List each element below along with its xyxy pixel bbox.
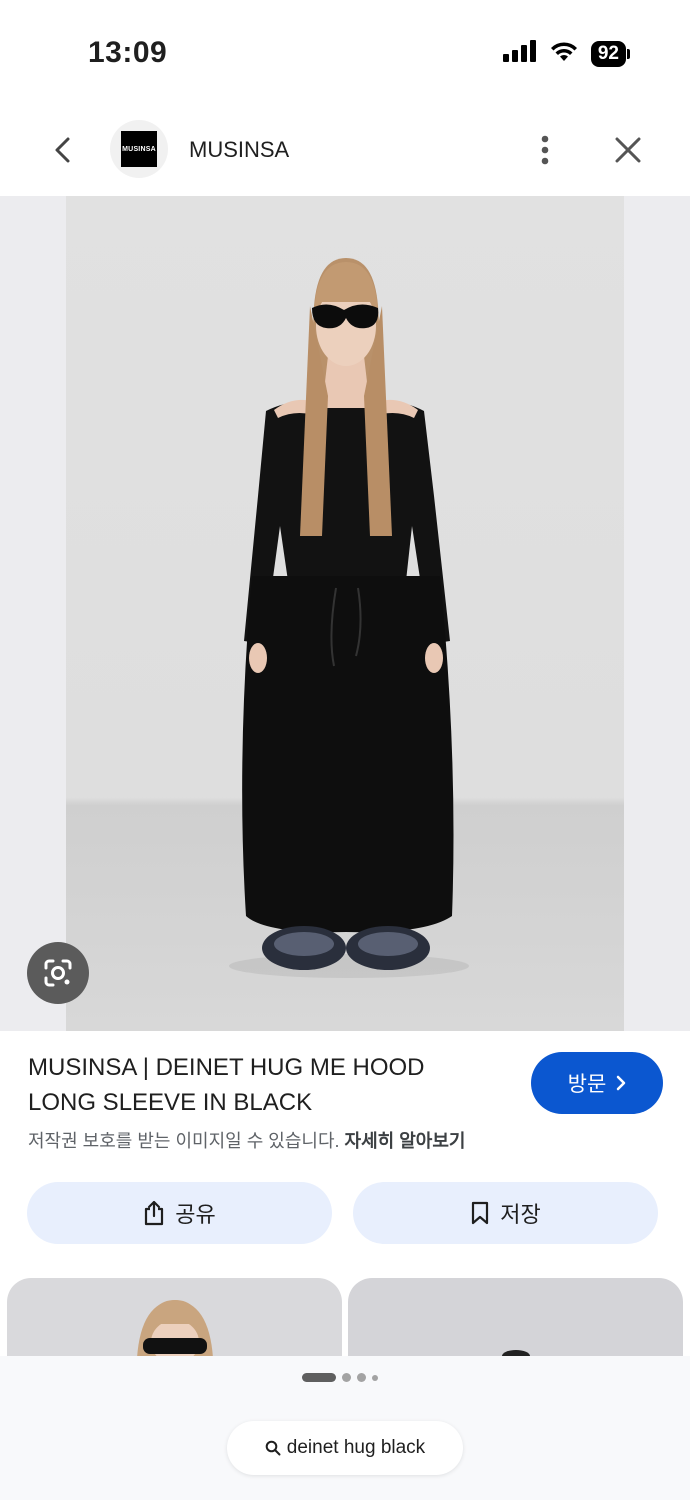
more-vertical-icon xyxy=(541,135,549,165)
close-button[interactable] xyxy=(608,130,648,170)
model-illustration xyxy=(229,258,469,978)
site-name: MUSINSA xyxy=(189,137,290,162)
copyright-notice: 저작권 보호를 받는 이미지일 수 있습니다. 자세히 알아보기 xyxy=(28,1127,465,1153)
back-button[interactable] xyxy=(46,132,78,168)
page-dot xyxy=(372,1374,378,1381)
result-title[interactable]: MUSINSA | DEINET HUG ME HOOD LONG SLEEVE… xyxy=(28,1050,498,1120)
back-chevron-icon xyxy=(55,137,70,163)
save-label: 저장 xyxy=(500,1202,541,1227)
page-dot xyxy=(342,1373,351,1382)
more-options-button[interactable] xyxy=(530,130,560,170)
cellular-signal-icon xyxy=(502,40,537,67)
search-query-text: deinet hug black xyxy=(286,1437,426,1458)
status-time: 13:09 xyxy=(88,36,168,69)
site-logo: MUSINSA xyxy=(110,120,168,178)
google-lens-icon xyxy=(44,959,72,987)
related-thumbnail[interactable] xyxy=(7,1278,342,1358)
related-thumbnail-image xyxy=(502,1350,530,1358)
page-dot xyxy=(302,1373,336,1382)
visit-label: 방문 xyxy=(567,1073,607,1096)
battery-icon: 92 xyxy=(590,40,630,67)
product-photo[interactable] xyxy=(66,196,624,1031)
status-icons: 92 xyxy=(502,40,630,67)
bookmark-icon xyxy=(472,1201,489,1225)
search-query-chip[interactable]: deinet hug black xyxy=(227,1421,463,1475)
page-indicator xyxy=(302,1373,378,1382)
chevron-right-icon xyxy=(617,1075,626,1091)
lens-search-button[interactable] xyxy=(27,942,89,1004)
page-dot xyxy=(357,1373,366,1382)
battery-level: 92 xyxy=(590,40,626,67)
related-thumbnail-image xyxy=(137,1300,213,1358)
share-icon xyxy=(145,1200,164,1226)
learn-more-link[interactable]: 자세히 알아보기 xyxy=(345,1131,466,1151)
wifi-icon xyxy=(549,40,579,67)
site-logo-mark: MUSINSA xyxy=(121,131,157,167)
close-icon xyxy=(615,137,641,163)
share-button[interactable]: 공유 xyxy=(27,1182,332,1244)
visit-button[interactable]: 방문 xyxy=(531,1052,663,1114)
save-button[interactable]: 저장 xyxy=(353,1182,658,1244)
copyright-text: 저작권 보호를 받는 이미지일 수 있습니다. xyxy=(28,1131,340,1151)
search-icon xyxy=(265,1440,281,1456)
share-label: 공유 xyxy=(175,1202,216,1227)
related-thumbnail[interactable] xyxy=(348,1278,683,1358)
